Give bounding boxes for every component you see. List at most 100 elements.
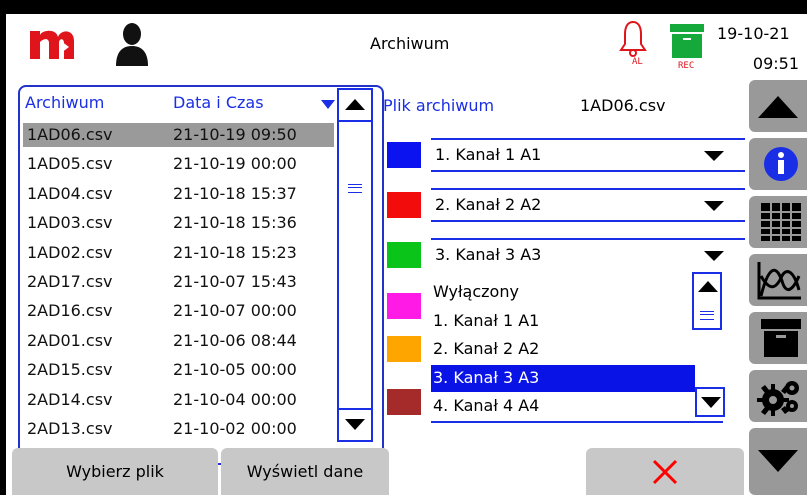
archive-file-value: 1AD06.csv [580, 96, 666, 115]
dropdown-option-label: Wyłączony [433, 282, 519, 301]
series-color-swatch[interactable] [387, 192, 421, 218]
chevron-down-icon [704, 151, 724, 161]
sort-desc-icon[interactable] [321, 100, 335, 109]
archive-row[interactable]: 1AD06.csv 21-10-19 09:50 [23, 123, 334, 147]
archive-row-file: 1AD03.csv [27, 213, 113, 233]
brand-logo [30, 30, 74, 59]
list-scrollbar[interactable] [337, 88, 373, 442]
scroll-up-icon [758, 96, 798, 118]
archive-row-date: 21-10-04 00:00 [173, 389, 297, 409]
archive-list[interactable]: Archiwum Data i Czas 1AD06.csv 21-10-19 0… [18, 85, 384, 465]
archive-row-date: 21-10-18 15:36 [173, 213, 297, 233]
channel-select-2-value: 2. Kanał 2 A2 [435, 195, 542, 214]
archive-row-file: 2AD15.csv [27, 360, 113, 380]
dropdown-option[interactable]: 3. Kanał 3 A3 [431, 364, 695, 392]
arrow-up-icon [345, 99, 365, 110]
channel-dropdown-list[interactable]: Wyłączony 1. Kanał 1 A1 2. Kanał 2 A2 3. Ka… [431, 276, 723, 423]
archive-row-date: 21-10-02 00:00 [173, 419, 297, 438]
archive-row-file: 2AD14.csv [27, 389, 113, 409]
archive-icon [761, 319, 801, 357]
archive-row[interactable]: 1AD05.csv 21-10-19 00:00 [23, 152, 334, 176]
archive-row-date: 21-10-19 09:50 [173, 125, 297, 144]
archive-row-file: 2AD16.csv [27, 301, 113, 321]
chevron-down-icon [701, 397, 721, 408]
archive-row[interactable]: 2AD17.csv 21-10-07 15:43 [23, 270, 334, 294]
archive-row-date: 21-10-07 00:00 [173, 301, 297, 321]
toolbar-settings-button[interactable] [749, 370, 807, 422]
arrow-up-icon[interactable] [698, 281, 718, 292]
archive-row[interactable]: 2AD16.csv 21-10-07 00:00 [23, 299, 334, 323]
chart-icon [757, 262, 801, 300]
archive-row-file: 2AD17.csv [27, 272, 113, 291]
scroll-down-icon [758, 450, 798, 472]
show-data-button[interactable]: Wyświetl dane [221, 448, 389, 495]
archive-row-date: 21-10-18 15:23 [173, 242, 297, 262]
archive-row-date: 21-10-07 15:43 [173, 272, 297, 291]
toolbar-scroll-up-button[interactable] [749, 80, 807, 132]
chevron-down-icon [704, 201, 724, 211]
archive-row-file: 1AD06.csv [27, 125, 113, 144]
arrow-down-icon [345, 419, 365, 430]
close-button[interactable] [586, 448, 744, 495]
toolbar-chart-button[interactable] [749, 254, 807, 306]
alarm-badge: AL [632, 57, 643, 66]
rec-badge: REC [678, 61, 694, 70]
archive-row-file: 2AD13.csv [27, 419, 113, 438]
select-file-button[interactable]: Wybierz plik [12, 448, 218, 495]
archive-row-date: 21-10-19 00:00 [173, 154, 297, 174]
dropdown-option[interactable]: Wyłączony [431, 279, 695, 306]
column-header-date[interactable]: Data i Czas [173, 93, 264, 112]
series-color-swatch[interactable] [387, 142, 421, 168]
series-color-swatch[interactable] [387, 336, 421, 362]
archive-row-date: 21-10-06 08:44 [173, 330, 297, 350]
chevron-down-icon [704, 251, 724, 261]
alarm-bell-icon[interactable]: AL [618, 20, 648, 66]
archive-row[interactable]: 2AD14.csv 21-10-04 00:00 [23, 388, 334, 412]
archive-row[interactable]: 2AD01.csv 21-10-06 08:44 [23, 329, 334, 353]
close-x-icon [652, 459, 678, 485]
time-display: 09:51 [752, 54, 799, 73]
date-display: 19-10-21 [717, 24, 790, 43]
channel-select-3-value: 3. Kanał 3 A3 [435, 245, 542, 264]
channel-select-1[interactable]: 1. Kanał 1 A1 [431, 138, 745, 172]
archive-file-label: Plik archiwum [383, 96, 495, 115]
toolbar-archive-button[interactable] [749, 312, 807, 364]
user-icon[interactable] [114, 22, 150, 66]
archive-row-date: 21-10-05 00:00 [173, 360, 297, 380]
channel-select-3[interactable]: 3. Kanał 3 A3 [431, 238, 745, 270]
table-icon [761, 203, 801, 241]
scroll-up-button[interactable] [339, 90, 371, 122]
dropdown-scrollbar[interactable] [692, 272, 722, 330]
info-icon [764, 147, 798, 181]
dropdown-option-label: 4. Kanał 4 A4 [433, 396, 540, 415]
dropdown-option[interactable]: 2. Kanał 2 A2 [431, 336, 695, 363]
scroll-thumb-icon[interactable] [348, 184, 362, 193]
toolbar-table-button[interactable] [749, 196, 807, 248]
archive-row-file: 1AD02.csv [27, 242, 113, 262]
dropdown-option-label: 2. Kanał 2 A2 [433, 339, 540, 358]
toolbar-scroll-down-button[interactable] [749, 428, 807, 495]
series-color-swatch[interactable] [387, 389, 421, 415]
archive-row-file: 1AD04.csv [27, 183, 113, 203]
scroll-down-button[interactable] [339, 408, 371, 440]
dropdown-option[interactable]: 1. Kanał 1 A1 [431, 308, 695, 335]
archive-row[interactable]: 1AD03.csv 21-10-18 15:36 [23, 211, 334, 235]
archive-row[interactable]: 1AD02.csv 21-10-18 15:23 [23, 241, 334, 265]
archive-row-file: 2AD01.csv [27, 330, 113, 350]
rec-archive-icon[interactable]: REC [668, 24, 708, 70]
dropdown-option-label: 1. Kanał 1 A1 [433, 310, 540, 330]
scroll-thumb-icon[interactable] [700, 311, 714, 320]
series-color-swatch[interactable] [387, 242, 421, 268]
archive-row[interactable]: 2AD13.csv 21-10-02 00:00 [23, 417, 334, 441]
settings-icon [757, 381, 799, 416]
toolbar-info-button[interactable] [749, 138, 807, 190]
archive-row[interactable]: 2AD15.csv 21-10-05 00:00 [23, 358, 334, 382]
series-color-swatch[interactable] [387, 293, 421, 319]
archive-row[interactable]: 1AD04.csv 21-10-18 15:37 [23, 182, 334, 206]
archive-row-file: 1AD05.csv [27, 154, 113, 174]
column-header-file[interactable]: Archiwum [25, 93, 104, 112]
channel-select-2[interactable]: 2. Kanał 2 A2 [431, 188, 745, 222]
dropdown-open-button[interactable] [695, 387, 725, 417]
archive-row-date: 21-10-18 15:37 [173, 183, 297, 203]
dropdown-option[interactable]: 4. Kanał 4 A4 [431, 393, 691, 420]
